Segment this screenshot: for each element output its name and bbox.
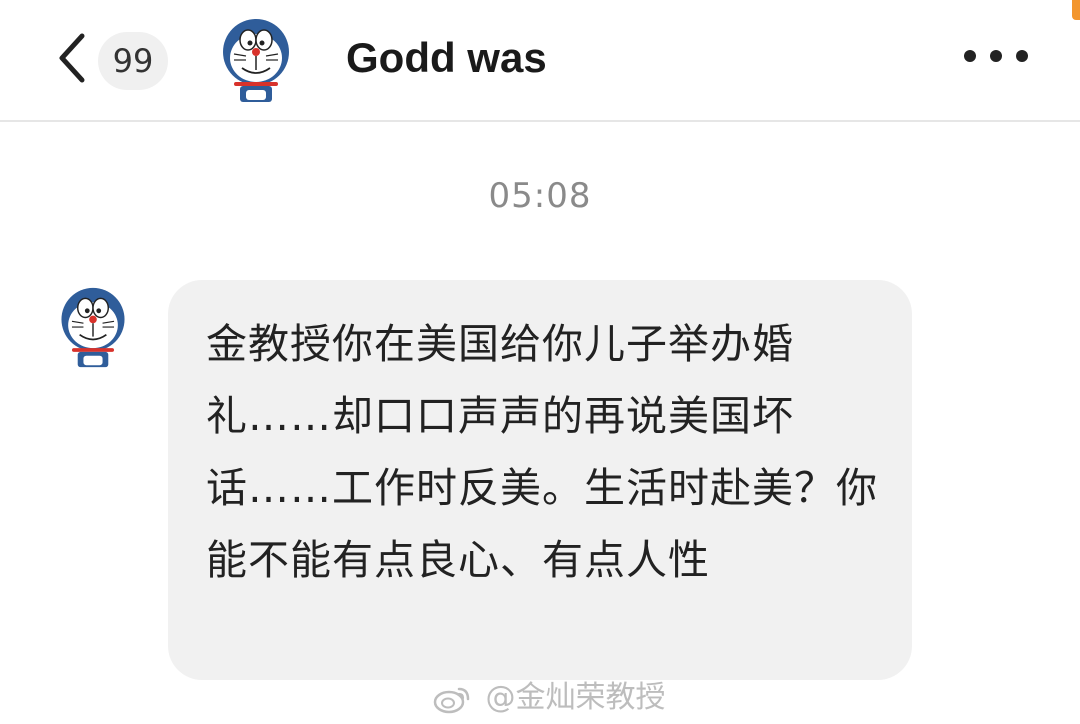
doraemon-avatar-icon[interactable] xyxy=(220,16,292,106)
sender-avatar-icon[interactable] xyxy=(58,285,128,371)
chat-title: Godd was xyxy=(346,34,547,81)
more-dots-icon[interactable] xyxy=(960,44,1032,68)
message-text: 金教授你在美国给你儿子举办婚礼……却口口声声的再说美国坏话……工作时反美。生活时… xyxy=(206,320,878,584)
weibo-watermark: @金灿荣教授 xyxy=(432,678,666,718)
chat-header: 99 Godd was xyxy=(0,0,1080,122)
weibo-logo-icon xyxy=(433,687,470,713)
watermark-text: @金灿荣教授 xyxy=(485,680,666,715)
chevron-left-icon xyxy=(59,33,85,83)
chat-screen: 99 Godd was 05:08 金教授你在美国给你儿子举办婚礼……却口口声声… xyxy=(0,0,1080,724)
message-bubble[interactable]: 金教授你在美国给你儿子举办婚礼……却口口声声的再说美国坏话……工作时反美。生活时… xyxy=(168,280,912,680)
unread-count-badge: 99 xyxy=(98,32,168,90)
message-timestamp: 05:08 xyxy=(488,176,592,216)
back-button[interactable]: 99 xyxy=(52,30,172,90)
